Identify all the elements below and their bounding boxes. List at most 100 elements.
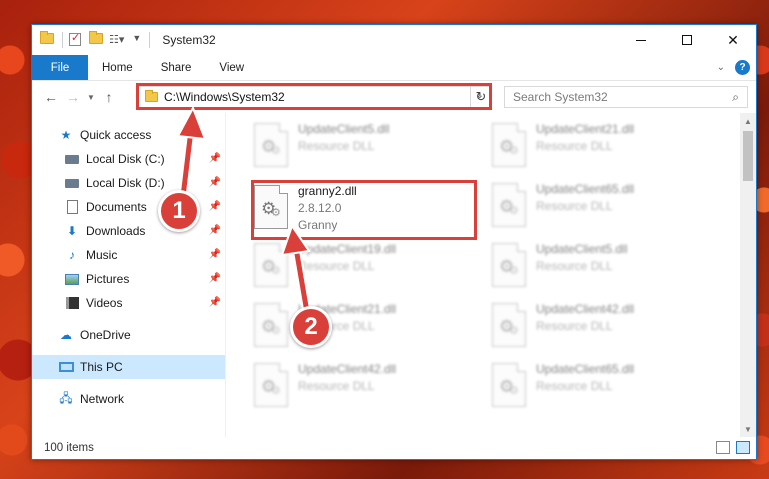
nav-pictures[interactable]: Pictures 📌: [32, 267, 225, 291]
pin-icon[interactable]: 📌: [209, 177, 221, 188]
scroll-up-icon[interactable]: ▲: [740, 113, 756, 129]
cloud-icon: ☁: [60, 328, 72, 342]
customize-toolbar-icon[interactable]: ☷▾: [109, 33, 124, 47]
file-item[interactable]: ⚙ ⚙ UpdateClient21.dll Resource DLL: [492, 119, 720, 175]
file-description: Resource DLL: [536, 199, 613, 213]
search-input[interactable]: [513, 90, 713, 104]
window-title: System32: [162, 33, 216, 47]
nav-label: Local Disk (C:): [86, 152, 165, 166]
drive-icon: [64, 152, 80, 166]
file-company: Granny: [298, 218, 338, 232]
search-icon: ⌕: [732, 90, 739, 104]
dll-file-icon: ⚙ ⚙: [492, 123, 526, 167]
scrollbar-thumb[interactable]: [743, 131, 753, 181]
nav-label: Documents: [86, 200, 147, 214]
file-item[interactable]: ⚙ ⚙ UpdateClient42.dll Resource DLL: [492, 299, 720, 355]
pin-icon[interactable]: 📌: [209, 225, 221, 236]
nav-label: Quick access: [80, 128, 152, 142]
file-description: Resource DLL: [536, 379, 613, 393]
video-icon: [64, 296, 80, 310]
file-item[interactable]: ⚙ ⚙ UpdateClient19.dll Resource DLL: [254, 239, 482, 295]
file-description: Resource DLL: [298, 139, 375, 153]
back-arrow-icon[interactable]: ←: [40, 89, 62, 105]
pin-icon[interactable]: 📌: [209, 153, 221, 164]
file-name: granny2.dll: [298, 184, 357, 198]
file-item[interactable]: ⚙ ⚙ UpdateClient42.dll Resource DLL: [254, 359, 482, 415]
file-item[interactable]: ⚙ ⚙ UpdateClient65.dll Resource DLL: [492, 179, 720, 235]
nav-local-disk-d[interactable]: Local Disk (D:) 📌: [32, 171, 225, 195]
file-name: UpdateClient21.dll: [536, 122, 635, 136]
file-name: UpdateClient5.dll: [298, 122, 390, 136]
navigation-pane: ★ Quick access Local Disk (C:) 📌 Local D…: [32, 113, 226, 437]
vertical-scrollbar[interactable]: ▲ ▼: [740, 113, 756, 437]
dll-file-icon: ⚙ ⚙: [254, 303, 288, 347]
folder-icon: [40, 31, 54, 47]
expand-ribbon-icon[interactable]: ⌄: [717, 62, 725, 73]
file-item[interactable]: ⚙ ⚙ UpdateClient65.dll Resource DLL: [492, 359, 720, 415]
pin-icon[interactable]: 📌: [209, 297, 221, 308]
file-name: UpdateClient5.dll: [536, 242, 628, 256]
nav-label: Downloads: [86, 224, 146, 238]
close-icon: ✕: [727, 31, 739, 48]
file-description: Resource DLL: [536, 139, 613, 153]
view-toggle: [716, 441, 750, 454]
file-name: UpdateClient42.dll: [298, 362, 397, 376]
forward-arrow-icon[interactable]: →: [62, 89, 84, 105]
music-icon: ♪: [69, 248, 75, 262]
pin-icon[interactable]: 📌: [209, 249, 221, 260]
up-arrow-icon[interactable]: ↑: [98, 89, 120, 105]
download-icon: ⬇: [66, 224, 78, 238]
scroll-down-icon[interactable]: ▼: [740, 421, 756, 437]
search-box[interactable]: ⌕: [504, 86, 748, 108]
dll-file-icon: ⚙ ⚙: [492, 243, 526, 287]
ribbon-right-controls: ⌄ ?: [717, 60, 750, 75]
nav-videos[interactable]: Videos 📌: [32, 291, 225, 315]
dll-file-icon: ⚙ ⚙: [254, 123, 288, 167]
new-folder-icon[interactable]: [89, 31, 103, 47]
pin-icon[interactable]: 📌: [209, 273, 221, 284]
computer-icon: [58, 360, 74, 374]
tab-view[interactable]: View: [205, 55, 258, 80]
properties-icon[interactable]: [69, 31, 83, 47]
file-name: UpdateClient65.dll: [536, 182, 635, 196]
file-description: Resource DLL: [536, 319, 613, 333]
recent-locations-icon[interactable]: ▼: [84, 93, 98, 102]
nav-label: Network: [80, 392, 125, 406]
details-view-icon[interactable]: [716, 441, 730, 454]
address-bar[interactable]: C:\Windows\System32 ⌄: [138, 86, 490, 108]
ribbon: File Home Share View ⌄ ?: [32, 55, 756, 81]
file-item[interactable]: ⚙ ⚙ UpdateClient5.dll Resource DLL: [254, 119, 482, 175]
nav-local-disk-c[interactable]: Local Disk (C:) 📌: [32, 147, 225, 171]
dll-file-icon: ⚙ ⚙: [254, 185, 288, 229]
minimize-button[interactable]: [618, 25, 664, 55]
close-button[interactable]: ✕: [710, 25, 756, 55]
chevron-down-icon[interactable]: ▼: [132, 33, 141, 47]
nav-onedrive[interactable]: ☁ OneDrive: [32, 323, 225, 347]
content-area: ★ Quick access Local Disk (C:) 📌 Local D…: [32, 113, 756, 437]
nav-network[interactable]: 🖧 Network: [32, 387, 225, 411]
file-item[interactable]: ⚙ ⚙ UpdateClient21.dll Resource DLL: [254, 299, 482, 355]
refresh-button[interactable]: ↻: [470, 86, 492, 108]
tab-home[interactable]: Home: [88, 55, 147, 80]
maximize-icon: [682, 35, 692, 45]
file-description: Resource DLL: [298, 259, 375, 273]
file-item[interactable]: ⚙ ⚙ UpdateClient5.dll Resource DLL: [492, 239, 720, 295]
file-item-granny2[interactable]: ⚙ ⚙ granny2.dll 2.8.12.0 Granny: [254, 181, 482, 237]
nav-label: Pictures: [86, 272, 130, 286]
maximize-button[interactable]: [664, 25, 710, 55]
tab-file[interactable]: File: [32, 55, 88, 80]
document-icon: [64, 200, 80, 214]
address-folder-icon: [145, 90, 158, 102]
nav-music[interactable]: ♪ Music 📌: [32, 243, 225, 267]
toolbar-divider: [62, 32, 63, 48]
file-name: UpdateClient42.dll: [536, 302, 635, 316]
help-icon[interactable]: ?: [735, 60, 750, 75]
nav-this-pc[interactable]: This PC: [32, 355, 225, 379]
callout-badge-one: 1: [158, 190, 200, 232]
explorer-window: ☷▾ ▼ System32 ✕ File Home Share View ⌄ ?…: [31, 24, 757, 460]
tab-share[interactable]: Share: [147, 55, 206, 80]
pin-icon[interactable]: 📌: [209, 201, 221, 212]
tiles-view-icon[interactable]: [736, 441, 750, 454]
item-count: 100 items: [44, 442, 94, 454]
nav-quick-access[interactable]: ★ Quick access: [32, 123, 225, 147]
